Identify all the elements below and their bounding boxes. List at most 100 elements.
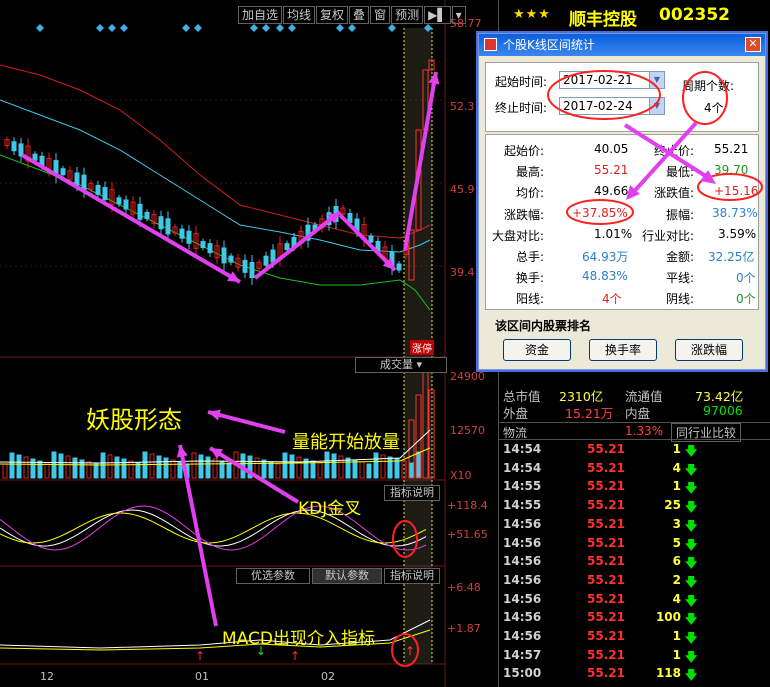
down-count-label: 阴线:: [666, 292, 695, 306]
volume-bar: [296, 456, 302, 479]
volume-bar: [72, 457, 78, 479]
volume-pointer-arrow: [207, 410, 286, 434]
end-date-picker[interactable]: 2017-02-24 ▼: [559, 97, 665, 115]
close-value: 55.21: [714, 142, 749, 156]
kdj-tick-2: +51.65: [447, 528, 488, 541]
volume-bar: [16, 454, 22, 479]
restore-button[interactable]: 复权: [316, 6, 349, 24]
tick-row: 14:56 55.21 100 🡇: [499, 610, 770, 629]
signal-diamond-icon: [194, 24, 202, 32]
tick-row: 14:56 55.21 6 🡇: [499, 554, 770, 573]
tick-volume: 118: [655, 666, 681, 681]
candle-body: [123, 199, 129, 210]
add-watch-button[interactable]: 加自选: [238, 6, 283, 24]
tick-volume: 4: [672, 460, 681, 475]
tick-volume: 5: [672, 535, 681, 550]
tick-volume: 1: [672, 442, 681, 456]
close-icon[interactable]: ✕: [745, 37, 761, 52]
volume-bar: [352, 459, 358, 479]
overlay-button[interactable]: 叠: [349, 6, 370, 24]
volume-unit: X10: [450, 469, 472, 482]
volume-indicator-tab[interactable]: 成交量 ▾: [355, 357, 447, 373]
signal-diamond-icon: [336, 24, 344, 32]
window-button[interactable]: 窗: [370, 6, 391, 24]
rank-capital-button[interactable]: 资金: [503, 339, 571, 361]
tick-volume: 100: [655, 610, 681, 625]
tick-price: 55.21: [587, 647, 625, 662]
forecast-button[interactable]: 预测: [391, 6, 424, 24]
kdj-annotation: KDJ金叉: [298, 499, 362, 519]
amplitude-label: 振幅:: [666, 208, 695, 222]
tick-time: 14:56: [503, 535, 542, 550]
x-label-jan: 01: [195, 670, 209, 683]
industry-compare-button[interactable]: 同行业比较: [671, 423, 742, 442]
macd-pointer-arrow: [178, 444, 218, 627]
tick-row: 14:57 55.21 1 🡇: [499, 648, 770, 667]
volume-bar: [100, 452, 106, 479]
candle-body: [284, 243, 290, 251]
play-icon[interactable]: ▶▌: [424, 6, 451, 24]
period-count-value: 4个: [704, 101, 724, 115]
macd-explain-tab[interactable]: 指标说明: [384, 568, 440, 584]
tick-time: 14:54: [503, 442, 542, 456]
candle-body: [32, 153, 38, 161]
end-date-value: 2017-02-24: [563, 99, 633, 113]
candle-body: [165, 218, 171, 235]
ma-button[interactable]: 均线: [283, 6, 316, 24]
rank-change-button[interactable]: 涨跌幅: [675, 339, 743, 361]
kdj-tick-1: +118.4: [447, 499, 488, 512]
candle-body: [249, 262, 255, 278]
volume-tick-1: 24900: [450, 370, 485, 383]
up-count-label: 阳线:: [516, 292, 545, 306]
volume-bar: [198, 454, 204, 479]
price-tick-1: 58.77: [450, 17, 482, 30]
pct-value: +37.85%: [572, 206, 628, 220]
start-date-value: 2017-02-21: [563, 73, 633, 87]
candle-body: [74, 172, 80, 186]
up-count-value: 4个: [602, 292, 622, 306]
tick-volume: 3: [672, 516, 681, 531]
start-date-picker[interactable]: 2017-02-21 ▼: [559, 71, 665, 89]
chevron-down-icon[interactable]: ▼: [649, 72, 664, 88]
rank-turnover-button[interactable]: 换手率: [589, 339, 657, 361]
optimize-params-tab[interactable]: 优选参数: [236, 568, 310, 584]
chevron-down-icon: ▾: [416, 358, 423, 371]
arrow-down-icon: 🡇: [685, 668, 698, 683]
volume-bar: [289, 454, 295, 479]
flat-count-label: 平线:: [666, 271, 695, 285]
volume-bar: [331, 453, 337, 479]
price-tick-2: 52.37: [450, 100, 482, 113]
amplitude-value: 38.73%: [712, 206, 758, 220]
tick-row: 14:56 55.21 5 🡇: [499, 536, 770, 555]
dialog-title-bar[interactable]: 个股K线区间统计 ✕: [479, 34, 765, 56]
volume-bar: [310, 460, 316, 479]
amount-label: 金额:: [666, 250, 695, 264]
chevron-down-icon[interactable]: ▼: [649, 98, 664, 114]
signal-diamond-icon: [108, 24, 116, 32]
down-count-value: 0个: [736, 292, 756, 306]
candle-body: [221, 247, 227, 264]
volume-value: 64.93万: [582, 250, 629, 264]
signal-diamond-icon: [288, 24, 296, 32]
volume-label: 总手:: [516, 250, 545, 264]
close-label: 终止价:: [654, 144, 695, 158]
tick-time: 14:56: [503, 572, 542, 587]
kdj-j-line: [0, 505, 427, 551]
kdj-explain-tab[interactable]: 指标说明: [384, 485, 440, 501]
sector-row[interactable]: 物流 1.33% 同行业比较: [499, 422, 770, 442]
stock-title-bar: ★★★ 顺丰控股 002352: [499, 4, 770, 30]
signal-diamond-icon: [96, 24, 104, 32]
tick-volume: 1: [672, 479, 681, 494]
kline-chart-area[interactable]: ↑ ↑ ↑ ↓ 加自选 均线 复权 叠 窗 预测 ▶▌ ▾ 58.77 52.37 4…: [0, 0, 498, 687]
volume-bar: [170, 459, 176, 479]
volume-bar: [9, 452, 15, 479]
volume-bar: [268, 461, 274, 479]
buy-arrow-icon: ↑: [195, 649, 205, 663]
volume-tab-label: 成交量: [379, 358, 413, 371]
tick-time: 14:57: [503, 647, 542, 662]
candle-body: [116, 197, 122, 205]
default-params-tab[interactable]: 默认参数: [312, 568, 382, 584]
end-date-label: 终止时间:: [495, 101, 548, 115]
industry-compare-label: 行业对比:: [642, 229, 695, 243]
tick-time: 15:00: [503, 666, 542, 681]
